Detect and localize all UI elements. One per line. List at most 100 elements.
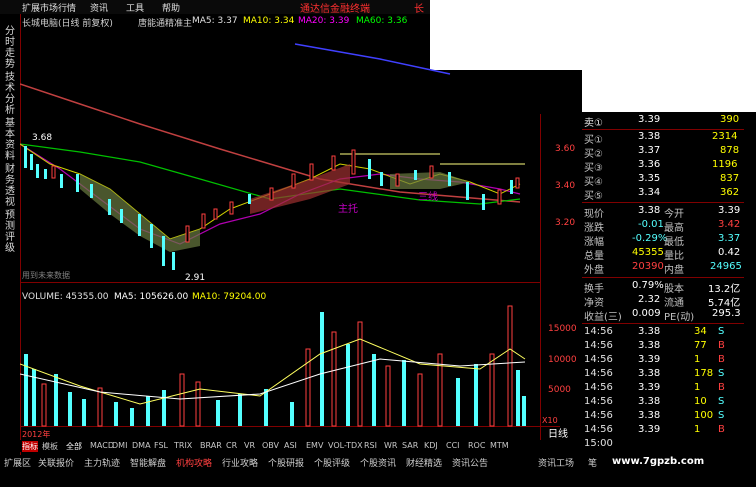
- indicator-tab[interactable]: MACD: [90, 441, 114, 450]
- bottom-tab-info-workshop[interactable]: 资讯工场: [538, 456, 574, 469]
- tick-side: B: [718, 354, 725, 365]
- buy-label: 买④: [584, 177, 603, 188]
- stat-label: 量比: [664, 251, 684, 262]
- bottom-tab-pen[interactable]: 笔: [588, 456, 597, 469]
- period-label[interactable]: 日线: [548, 427, 568, 440]
- indicator-tab[interactable]: VR: [244, 441, 255, 450]
- volume-value: VOLUME: 45355.00: [22, 292, 109, 302]
- fin-value: 2.32: [638, 294, 661, 305]
- indicator-tab[interactable]: CCI: [446, 441, 460, 450]
- price-axis-line: [540, 114, 541, 440]
- fin-value: 0.79%: [632, 280, 664, 291]
- tab-financial[interactable]: 财务透视: [3, 164, 17, 208]
- bottom-tab[interactable]: 个股评级: [314, 456, 350, 469]
- tab-rating[interactable]: 预测评级: [3, 210, 17, 254]
- tick-time: 14:56: [584, 424, 613, 435]
- tick-volume: 77: [694, 340, 707, 351]
- buy-price: 3.34: [638, 187, 661, 198]
- stat-label: 总量: [584, 251, 604, 262]
- tick-side: B: [718, 424, 725, 435]
- axis-price-320: 3.20: [555, 218, 575, 228]
- tick-side: S: [718, 368, 725, 379]
- axis-vol-15000: 15000: [548, 324, 577, 334]
- indicator-tab[interactable]: DMI: [112, 441, 127, 450]
- indicator-tab[interactable]: TRIX: [174, 441, 192, 450]
- tick-time: 14:56: [584, 396, 613, 407]
- indicator-tab[interactable]: EMV: [306, 441, 323, 450]
- bottom-tab[interactable]: 个股研报: [268, 456, 304, 469]
- bottom-tab[interactable]: 扩展区: [4, 456, 31, 469]
- indicator-tab[interactable]: VOL-TDX: [328, 441, 363, 450]
- indicator-tab[interactable]: ASI: [284, 441, 297, 450]
- indicator-tab[interactable]: 全部: [66, 441, 82, 452]
- indicator-tab[interactable]: 模板: [42, 441, 58, 452]
- tab-intraday[interactable]: 分时走势: [3, 26, 17, 70]
- tick-row: 14:56 3.38 178 S: [582, 368, 742, 382]
- indicator-tab[interactable]: SAR: [402, 441, 418, 450]
- indicator-tab[interactable]: DMA: [132, 441, 151, 450]
- menu-help[interactable]: 帮助: [162, 1, 180, 14]
- indicator-tab[interactable]: WR: [384, 441, 397, 450]
- bottom-tab-bar: 扩展区 关联报价 主力轨迹 智能解盘 机构攻略 行业攻略 个股研报 个股评级 个股资讯 财经精选资…: [0, 455, 600, 469]
- stat-value: 3.39: [718, 205, 741, 216]
- high-price-label: 3.68: [32, 133, 52, 143]
- bottom-tab[interactable]: 行业攻略: [222, 456, 258, 469]
- fin-label: 净资: [584, 298, 604, 309]
- tick-row: 14:56 3.38 10 S: [582, 396, 742, 410]
- tick-row: 14:56 3.38 77 B: [582, 340, 742, 354]
- fin-value: 13.2亿: [708, 284, 741, 295]
- bottom-tab[interactable]: 关联报价: [38, 456, 74, 469]
- tab-technical[interactable]: 技术分析: [3, 72, 17, 116]
- tick-row: 15:00: [582, 438, 742, 452]
- stat-label: 今开: [664, 209, 684, 220]
- buy-price: 3.37: [638, 145, 661, 156]
- buy-qty: 878: [720, 145, 740, 156]
- fin-label: PE(动): [664, 312, 695, 323]
- tick-side: B: [718, 382, 725, 393]
- menu-news[interactable]: 资讯: [90, 1, 108, 14]
- indicator-tab[interactable]: FSL: [154, 441, 168, 450]
- kline-chart[interactable]: 3.60 3.40 3.20 15000 10000 5000 X10 2012…: [20, 14, 582, 440]
- stat-row-3: 涨幅 -0.29% 最低 3.37: [582, 233, 742, 248]
- indicator-tab[interactable]: ROC: [468, 441, 485, 450]
- tick-price: 3.38: [638, 340, 661, 351]
- buy-qty: 2314: [712, 131, 738, 142]
- menu-tools[interactable]: 工具: [126, 1, 144, 14]
- indicator-tab[interactable]: 指标: [22, 441, 38, 452]
- bottom-tab[interactable]: 财经精选: [406, 456, 442, 469]
- indicator-tab[interactable]: OBV: [262, 441, 279, 450]
- tick-row: 14:56 3.39 1 B: [582, 424, 742, 438]
- bottom-tab[interactable]: 机构攻略: [176, 456, 212, 469]
- menu-extended-market[interactable]: 扩展市场行情: [22, 1, 76, 14]
- fin-row-3: 收益(三) 0.009 PE(动) 295.3: [582, 308, 742, 323]
- indicator-tab[interactable]: CR: [226, 441, 237, 450]
- indicator-tab[interactable]: RSI: [364, 441, 377, 450]
- volume-bars: [24, 305, 526, 427]
- tick-volume: 178: [694, 368, 714, 379]
- bottom-tab[interactable]: 资讯公告: [452, 456, 488, 469]
- indicator-tab[interactable]: MTM: [490, 441, 509, 450]
- year-label: 2012年: [22, 429, 50, 439]
- indicator-tab[interactable]: BRAR: [200, 441, 222, 450]
- fin-label: 收益(三): [584, 312, 622, 323]
- brand-title: 通达信金融终端: [300, 4, 370, 15]
- sell-qty: 390: [720, 114, 740, 125]
- bottom-tab[interactable]: 主力轨迹: [84, 456, 120, 469]
- fin-label: 换手: [584, 284, 604, 295]
- stat-label: 外盘: [584, 265, 604, 276]
- quote-panel: 卖① 3.39 390 买① 3.38 2314 买② 3.37 878 买③ …: [582, 112, 744, 457]
- bottom-tab[interactable]: 智能解盘: [130, 456, 166, 469]
- stat-value: -0.29%: [632, 233, 668, 244]
- brand-extra: 长: [414, 4, 424, 15]
- tick-price: 3.38: [638, 368, 661, 379]
- buy-label: 买③: [584, 163, 603, 174]
- fin-label: 股本: [664, 284, 684, 295]
- buy-row-1: 买① 3.38 2314: [582, 131, 742, 146]
- fin-label: 流通: [664, 298, 684, 309]
- indicator-tab[interactable]: KDJ: [424, 441, 438, 450]
- stat-label: 内盘: [664, 265, 684, 276]
- bottom-tab[interactable]: 个股资讯: [360, 456, 396, 469]
- buy-price: 3.35: [638, 173, 661, 184]
- stat-value: 45355: [632, 247, 664, 258]
- tab-basic-info[interactable]: 基本资料: [3, 118, 17, 162]
